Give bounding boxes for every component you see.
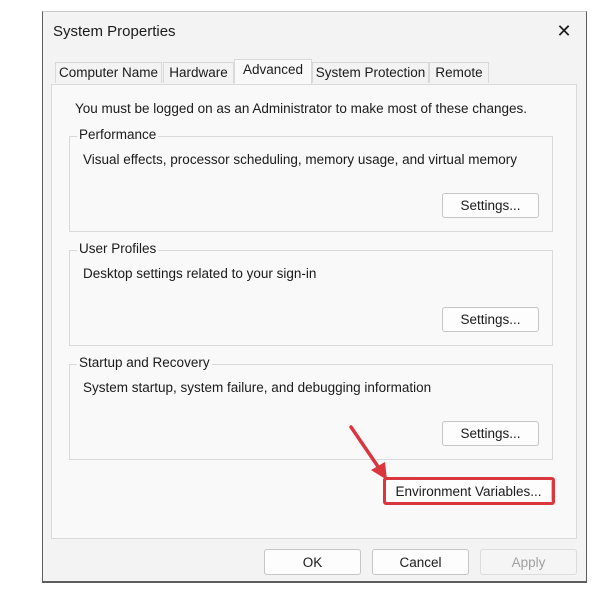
performance-group: Performance Visual effects, processor sc… [69, 127, 553, 232]
title-bar[interactable]: System Properties ✕ [43, 12, 586, 52]
environment-variables-button[interactable]: Environment Variables... [385, 479, 552, 503]
performance-group-label: Performance [77, 127, 159, 142]
window-title: System Properties [53, 23, 176, 40]
system-properties-dialog: System Properties ✕ Computer Name Hardwa… [42, 11, 587, 583]
startup-recovery-group-label: Startup and Recovery [77, 355, 212, 370]
startup-recovery-description: System startup, system failure, and debu… [83, 380, 432, 395]
startup-recovery-group: Startup and Recovery System startup, sys… [69, 355, 553, 460]
apply-button[interactable]: Apply [480, 549, 577, 575]
tab-remote[interactable]: Remote [429, 62, 489, 83]
startup-recovery-settings-button[interactable]: Settings... [442, 421, 539, 446]
ok-button[interactable]: OK [264, 549, 361, 575]
tab-advanced[interactable]: Advanced [234, 59, 312, 84]
user-profiles-description: Desktop settings related to your sign-in [83, 266, 317, 281]
tab-system-protection[interactable]: System Protection [312, 62, 429, 83]
close-icon[interactable]: ✕ [542, 12, 586, 50]
tab-computer-name[interactable]: Computer Name [55, 62, 162, 83]
user-profiles-group-label: User Profiles [77, 241, 159, 256]
cancel-button[interactable]: Cancel [372, 549, 469, 575]
performance-settings-button[interactable]: Settings... [442, 193, 539, 218]
performance-description: Visual effects, processor scheduling, me… [83, 152, 517, 167]
tab-hardware[interactable]: Hardware [163, 62, 234, 83]
user-profiles-settings-button[interactable]: Settings... [442, 307, 539, 332]
user-profiles-group: User Profiles Desktop settings related t… [69, 241, 553, 346]
admin-notice: You must be logged on as an Administrato… [75, 101, 528, 116]
